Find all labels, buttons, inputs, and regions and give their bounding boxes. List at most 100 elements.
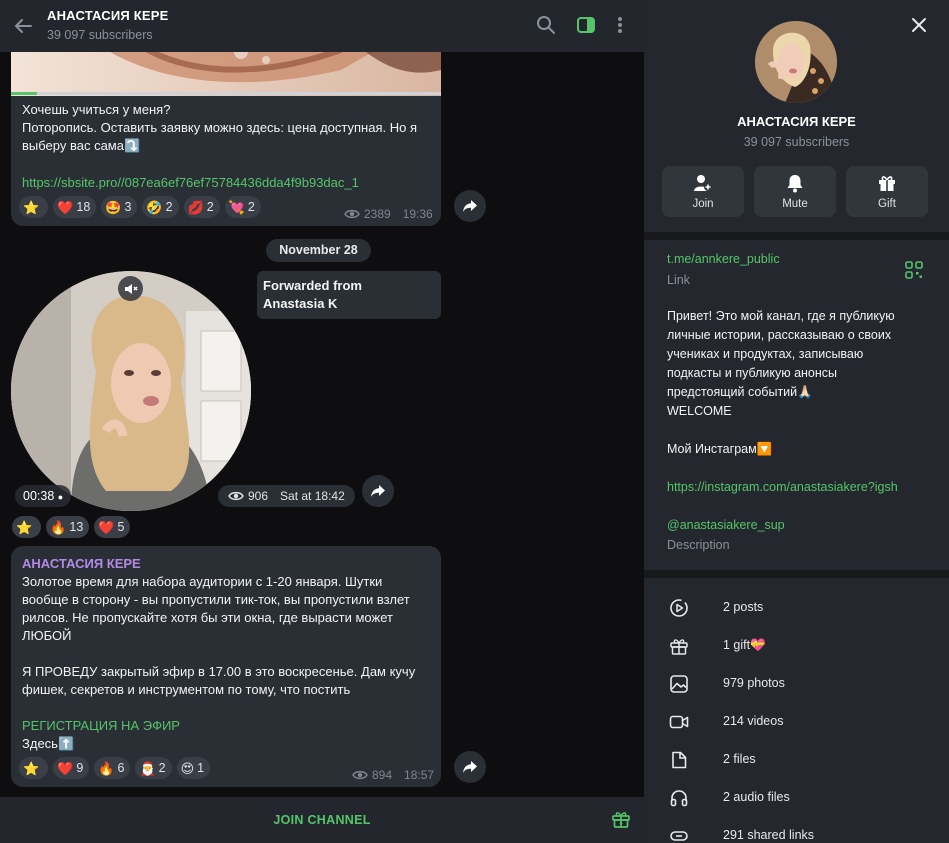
chat-area: Хочешь учиться у меня? Поторопись. Остав…: [0, 0, 644, 843]
message-3-meta: 894 18:57: [352, 768, 434, 782]
close-button[interactable]: [908, 14, 930, 36]
reaction-santa[interactable]: 🎅 2: [135, 757, 172, 779]
video-progress: [11, 92, 441, 95]
sidebar-panel-icon: [577, 17, 595, 33]
channel-description: Привет! Это мой канал, где я публикую ли…: [667, 307, 929, 535]
message-3-line3: рилсов. Не пропускайте хотя бы эти окна,…: [22, 610, 393, 625]
registration-link[interactable]: РЕГИСТРАЦИЯ НА ЭФИР: [22, 717, 180, 735]
message-3-line1: Золотое время для набора аудитории с 1-2…: [22, 574, 383, 589]
gift-icon: [879, 176, 895, 191]
channel-avatar[interactable]: [755, 21, 837, 103]
channel-title[interactable]: АНАСТАСИЯ КЕРЕ: [47, 8, 169, 23]
panel-title: АНАСТАСИЯ КЕРЕ: [737, 114, 856, 129]
reaction-heart-eyes[interactable]: 😍 1: [176, 757, 211, 779]
gift-action-button[interactable]: Gift: [846, 166, 928, 217]
gift-button[interactable]: [610, 808, 632, 830]
message-1-text-line3: выберу вас сама⤵️: [22, 138, 141, 153]
headphones-icon: [670, 790, 688, 807]
message-1-reactions: ⭐ ❤️ 18 🤩 3 🤣 2 💋 2 💘 2: [19, 196, 261, 218]
message-2-meta: 906 Sat at 18:42: [218, 485, 355, 507]
instagram-link[interactable]: https://instagram.com/anastasiakere?igsh: [667, 478, 929, 497]
channel-subscribers: 39 097 subscribers: [47, 28, 153, 42]
video-camera-icon: [669, 715, 689, 729]
message-3-line6: фишек, секретов и инструментом по тому, …: [22, 682, 351, 697]
views-icon: [344, 209, 360, 219]
views-icon: [352, 770, 368, 780]
more-vertical-icon: [618, 17, 622, 33]
channel-link[interactable]: t.me/annkere_public: [667, 252, 780, 266]
forward-button-2[interactable]: [362, 475, 394, 507]
message-3-line4: ЛЮБОЙ: [22, 628, 72, 643]
bell-icon: [787, 175, 803, 193]
video-duration: 00:38 ●: [15, 485, 72, 507]
message-3-reactions: ⭐ ❤️ 9 🔥 6 🎅 2 😍 1: [19, 757, 211, 779]
reaction-fire[interactable]: 🔥 6: [94, 757, 131, 779]
mute-button[interactable]: Mute: [754, 166, 836, 217]
channel-info-panel: АНАСТАСИЯ КЕРЕ 39 097 subscribers Join M…: [644, 0, 949, 843]
share-arrow-icon: [463, 761, 477, 773]
photo-icon: [670, 675, 688, 693]
reaction-star[interactable]: ⭐: [12, 516, 42, 538]
stat-posts[interactable]: 2 posts: [644, 589, 949, 627]
message-1-text-line1: Хочешь учиться у меня?: [22, 102, 171, 117]
message-3-author[interactable]: АНАСТАСИЯ КЕРЕ: [22, 555, 141, 573]
stat-gifts[interactable]: 1 gift💝: [644, 627, 949, 665]
message-2-reactions: ⭐ 🔥 13 ❤️ 5: [12, 516, 131, 538]
search-button[interactable]: [535, 14, 557, 36]
chat-header: АНАСТАСИЯ КЕРЕ 39 097 subscribers: [0, 0, 644, 52]
more-menu-button[interactable]: [609, 14, 631, 36]
qr-code-button[interactable]: [905, 261, 923, 279]
forward-button-3[interactable]: [454, 751, 486, 783]
forward-button-1[interactable]: [454, 190, 486, 222]
date-separator: November 28: [266, 239, 371, 262]
share-arrow-icon: [371, 485, 385, 497]
back-button[interactable]: [11, 14, 35, 38]
file-icon: [672, 751, 687, 769]
forwarded-header[interactable]: Forwarded from Anastasia K: [257, 271, 441, 319]
reaction-star[interactable]: ⭐: [19, 196, 49, 218]
reaction-star[interactable]: ⭐: [19, 757, 49, 779]
search-icon: [537, 16, 555, 34]
link-icon: [670, 831, 688, 841]
stat-videos[interactable]: 214 videos: [644, 703, 949, 741]
link-caption: Link: [667, 273, 690, 287]
close-icon: [912, 18, 926, 32]
reaction-heart[interactable]: ❤️ 5: [94, 516, 131, 538]
play-circle-icon: [670, 599, 688, 617]
arrow-left-icon: [15, 19, 32, 33]
panel-subscribers: 39 097 subscribers: [743, 135, 850, 149]
section-divider: [644, 570, 949, 578]
reaction-heart[interactable]: ❤️ 18: [53, 196, 97, 218]
description-caption: Description: [667, 538, 730, 552]
message-3-line2: вообще в сторону - вы пропустили тик-ток…: [22, 592, 410, 607]
message-1-link[interactable]: https://sbsite.pro//087ea6ef76ef75784436…: [22, 174, 359, 192]
reaction-fire[interactable]: 🔥 13: [46, 516, 90, 538]
reaction-heart-arrow[interactable]: 💘 2: [224, 196, 261, 218]
support-handle-link[interactable]: @anastasiakere_sup: [667, 516, 929, 535]
stat-shared-links[interactable]: 291 shared links: [644, 817, 949, 843]
speaker-muted-icon: [124, 283, 137, 294]
gift-icon: [670, 639, 688, 655]
section-divider: [644, 232, 949, 240]
mute-badge[interactable]: [118, 276, 143, 301]
message-1-meta: 2389 19:36: [344, 207, 433, 221]
stat-audio-files[interactable]: 2 audio files: [644, 779, 949, 817]
join-channel-button[interactable]: JOIN CHANNEL: [0, 813, 644, 827]
round-video[interactable]: [11, 271, 251, 511]
reaction-rofl[interactable]: 🤣 2: [142, 196, 179, 218]
reaction-star-struck[interactable]: 🤩 3: [101, 196, 138, 218]
reaction-heart[interactable]: ❤️ 9: [53, 757, 90, 779]
message-1-text-line2: Поторопись. Оставить заявку можно здесь:…: [22, 120, 417, 135]
qr-code-icon: [905, 261, 923, 279]
stat-files[interactable]: 2 files: [644, 741, 949, 779]
join-channel-bar: JOIN CHANNEL: [0, 797, 644, 843]
message-3-line5: Я ПРОВЕДУ закрытый эфир в 17.00 в это во…: [22, 664, 416, 679]
stat-photos[interactable]: 979 photos: [644, 665, 949, 703]
views-icon: [228, 491, 244, 501]
message-3-here: Здесь⬆️: [22, 736, 75, 751]
sidebar-toggle-button[interactable]: [575, 14, 597, 36]
share-arrow-icon: [463, 200, 477, 212]
join-button[interactable]: Join: [662, 166, 744, 217]
reaction-kiss[interactable]: 💋 2: [183, 196, 220, 218]
add-user-icon: [694, 175, 712, 191]
